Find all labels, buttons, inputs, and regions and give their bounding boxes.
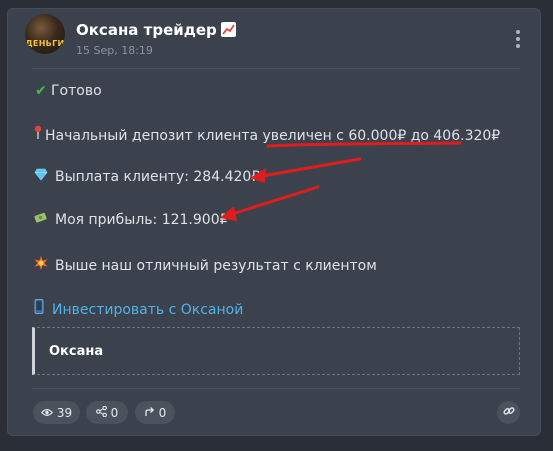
- chart-increasing-icon: [220, 22, 236, 37]
- header-divider: [32, 68, 520, 69]
- pushpin-icon: [33, 125, 43, 144]
- line-text: Выплата клиенту: 284.420₽: [55, 169, 261, 185]
- forwards-count: 0: [158, 405, 167, 420]
- line-payout: Выплата клиенту: 284.420₽: [33, 168, 260, 185]
- forward-icon: [144, 406, 155, 420]
- views-count: 39: [56, 405, 73, 420]
- post-author[interactable]: Оксана трейдер: [76, 21, 236, 39]
- line-profit: Моя прибыль: 121.900₽: [33, 211, 229, 228]
- line-text: Начальный депозит клиента увеличен с 60.…: [45, 128, 501, 144]
- shares-button[interactable]: 0: [86, 401, 128, 424]
- check-mark-icon: ✔: [35, 83, 47, 99]
- forwards-button[interactable]: 0: [135, 401, 175, 424]
- line-deposit: Начальный депозит клиента увеличен с 60.…: [33, 125, 500, 144]
- gem-icon: [33, 168, 49, 185]
- quote-text: Оксана: [49, 344, 104, 359]
- mobile-phone-icon: [33, 299, 45, 318]
- views-button[interactable]: 39: [33, 401, 80, 424]
- line-cta[interactable]: Инвестировать с Оксаной: [33, 299, 243, 318]
- copy-link-button[interactable]: [497, 401, 520, 424]
- eye-icon: [40, 406, 53, 420]
- footer-divider: [32, 388, 520, 389]
- post-timestamp: 15 Sep, 18:19: [76, 44, 153, 57]
- line-result: Выше наш отличный результат с клиентом: [33, 256, 377, 274]
- quote-block[interactable]: Оксана: [32, 327, 520, 375]
- collision-icon: [33, 256, 49, 274]
- author-name: Оксана трейдер: [76, 21, 217, 39]
- link-icon: [502, 405, 515, 420]
- avatar-text: ДЕНЬГИ: [25, 39, 65, 48]
- line-text: Выше наш отличный результат с клиентом: [55, 258, 377, 274]
- more-options-icon[interactable]: [512, 30, 524, 48]
- share-icon: [95, 405, 107, 420]
- line-text: Готово: [51, 83, 102, 99]
- invest-link[interactable]: Инвестировать с Оксаной: [52, 302, 243, 318]
- shares-count: 0: [110, 405, 119, 420]
- money-icon: [33, 211, 49, 228]
- line-text: Моя прибыль: 121.900₽: [55, 212, 229, 228]
- avatar[interactable]: ДЕНЬГИ: [25, 14, 65, 54]
- line-done: ✔ Готово: [33, 83, 102, 99]
